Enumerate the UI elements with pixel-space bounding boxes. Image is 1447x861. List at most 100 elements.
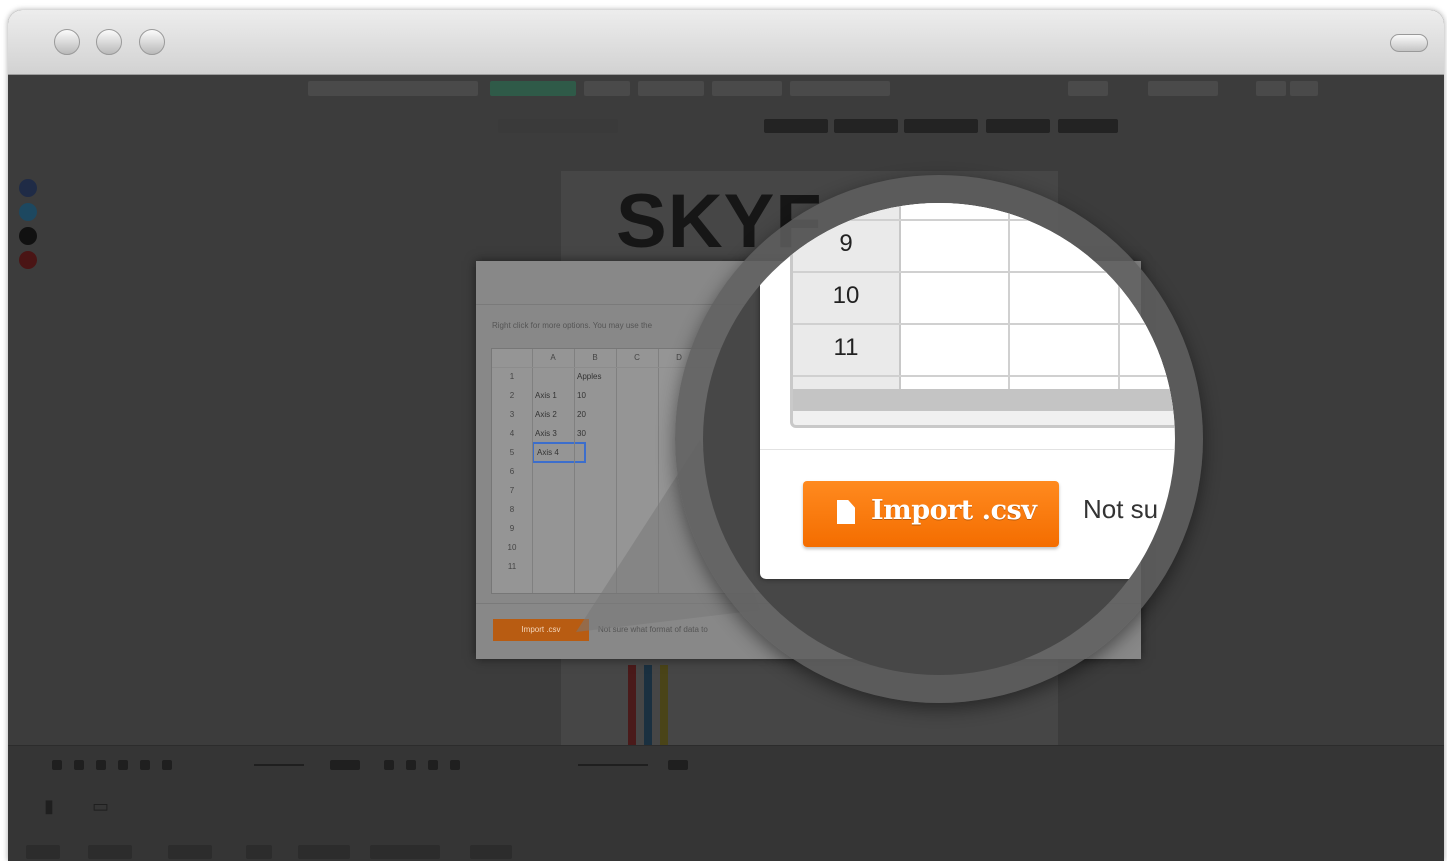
grid-line [1008, 203, 1010, 393]
grid-cell-a3[interactable]: Axis 2 [532, 405, 574, 424]
tab-data[interactable] [298, 845, 350, 859]
format-help-note: Not sure what format of data to [598, 625, 708, 634]
magnified-data-grid[interactable]: 9 10 11 12 [790, 203, 1175, 428]
email-icon[interactable] [19, 227, 37, 245]
grid-cell-a2[interactable]: Axis 1 [532, 386, 574, 405]
grid-line [1118, 203, 1120, 393]
magnifier-lens: 9 10 11 12 Import .csv Not su [703, 203, 1175, 675]
format-help-note-magnified: Not su [1083, 494, 1159, 524]
size-slider[interactable] [254, 764, 304, 766]
grid-line [793, 375, 1175, 377]
row-number: 3 [509, 410, 515, 419]
tab-charts[interactable] [470, 845, 512, 859]
grid-cell-b1[interactable]: Apples [574, 367, 616, 386]
category-tabs [8, 845, 1444, 861]
layer-icon[interactable] [74, 760, 84, 770]
fullscreen-button[interactable] [1390, 34, 1428, 52]
zoom-icon[interactable] [140, 760, 150, 770]
opacity-value [668, 760, 688, 770]
document-name-field[interactable] [308, 81, 478, 96]
canvas-mode-button-3[interactable] [904, 119, 978, 133]
chart-bar-blue [644, 665, 652, 745]
publish-menu[interactable] [712, 81, 782, 96]
lock-icon[interactable] [52, 760, 62, 770]
copy-icon[interactable] [96, 760, 106, 770]
zoom-window-button[interactable] [139, 29, 165, 55]
tab-icons[interactable] [26, 845, 60, 859]
delete-icon[interactable] [118, 760, 128, 770]
import-csv-button-small[interactable]: Import .csv [493, 619, 589, 641]
chart-bar-yellow [660, 665, 668, 745]
column-header-a[interactable]: A [532, 349, 574, 367]
row-number: 8 [509, 505, 515, 514]
modal-footer-divider [760, 449, 1175, 450]
row-number: 7 [509, 486, 515, 495]
magnified-cells [901, 203, 1175, 389]
row-number: 5 [509, 448, 515, 457]
folder-icon[interactable]: ▭ [92, 796, 109, 817]
opacity-slider[interactable] [578, 764, 648, 766]
canvas-mode-button-1[interactable] [764, 119, 828, 133]
font-select[interactable] [330, 760, 360, 770]
grid-cell-b2[interactable]: 10 [574, 386, 616, 405]
trash-icon[interactable] [162, 760, 172, 770]
import-csv-label: Import .csv [871, 495, 1037, 526]
tab-text[interactable] [246, 845, 272, 859]
pinterest-icon[interactable] [19, 251, 37, 269]
import-csv-button[interactable]: Import .csv [803, 481, 1059, 547]
grid-line [616, 349, 617, 593]
file-icon [837, 500, 855, 524]
row-number: 1 [509, 372, 515, 381]
grid-cell-b3[interactable]: 20 [574, 405, 616, 424]
row-number: 4 [509, 429, 515, 438]
row-number: 6 [509, 467, 515, 476]
horizontal-scrollbar[interactable] [793, 389, 1175, 411]
tab-background[interactable] [370, 845, 440, 859]
designer-mode-menu[interactable] [790, 81, 890, 96]
grid-cell-a4[interactable]: Axis 3 [532, 424, 574, 443]
column-header-b[interactable]: B [574, 349, 616, 367]
column-header-c[interactable]: C [616, 349, 658, 367]
chart-bar-red [628, 665, 636, 745]
row-number: 2 [509, 391, 515, 400]
editor-toolbar: ▮ ▭ [8, 745, 1444, 861]
tab-images[interactable] [88, 845, 132, 859]
canvas-size-select[interactable] [986, 119, 1050, 133]
grid-line [793, 323, 1175, 325]
align-icon[interactable] [384, 760, 394, 770]
magnified-modal: 9 10 11 12 Import .csv Not su [760, 203, 1175, 579]
search-icon[interactable] [1256, 81, 1286, 96]
canvas-mode-button-2[interactable] [834, 119, 898, 133]
app-toolbar [308, 79, 1318, 99]
export-menu[interactable] [638, 81, 704, 96]
magnified-row-number-column: 9 10 11 12 [793, 203, 901, 393]
bold-icon[interactable] [406, 760, 416, 770]
modal-help-text: Right click for more options. You may us… [492, 321, 653, 330]
grid-line [532, 349, 533, 593]
row-number: 10 [832, 282, 860, 309]
canvas-mode-button-4[interactable] [1058, 119, 1118, 133]
minimize-window-button[interactable] [96, 29, 122, 55]
row-number: 11 [833, 334, 859, 361]
social-share-bar [19, 179, 39, 279]
help-button[interactable] [1290, 81, 1318, 96]
grid-cell-a5-selected[interactable]: Axis 4 [532, 442, 586, 463]
twitter-icon[interactable] [19, 203, 37, 221]
tab-objects[interactable] [168, 845, 212, 859]
file-menu[interactable] [584, 81, 630, 96]
save-button[interactable] [490, 81, 576, 96]
undo-redo-buttons[interactable] [1068, 81, 1108, 96]
window-titlebar [8, 10, 1444, 75]
row-number: 9 [509, 524, 515, 533]
row-number: 9 [839, 230, 853, 257]
chart-icon[interactable]: ▮ [44, 796, 54, 817]
grid-line [574, 349, 575, 593]
zoom-control[interactable] [1148, 81, 1218, 96]
close-window-button[interactable] [54, 29, 80, 55]
grid-cell-b4[interactable]: 30 [574, 424, 616, 443]
facebook-icon[interactable] [19, 179, 37, 197]
row-number: 11 [507, 562, 517, 571]
italic-icon[interactable] [428, 760, 438, 770]
grid-line [658, 349, 659, 593]
underline-icon[interactable] [450, 760, 460, 770]
